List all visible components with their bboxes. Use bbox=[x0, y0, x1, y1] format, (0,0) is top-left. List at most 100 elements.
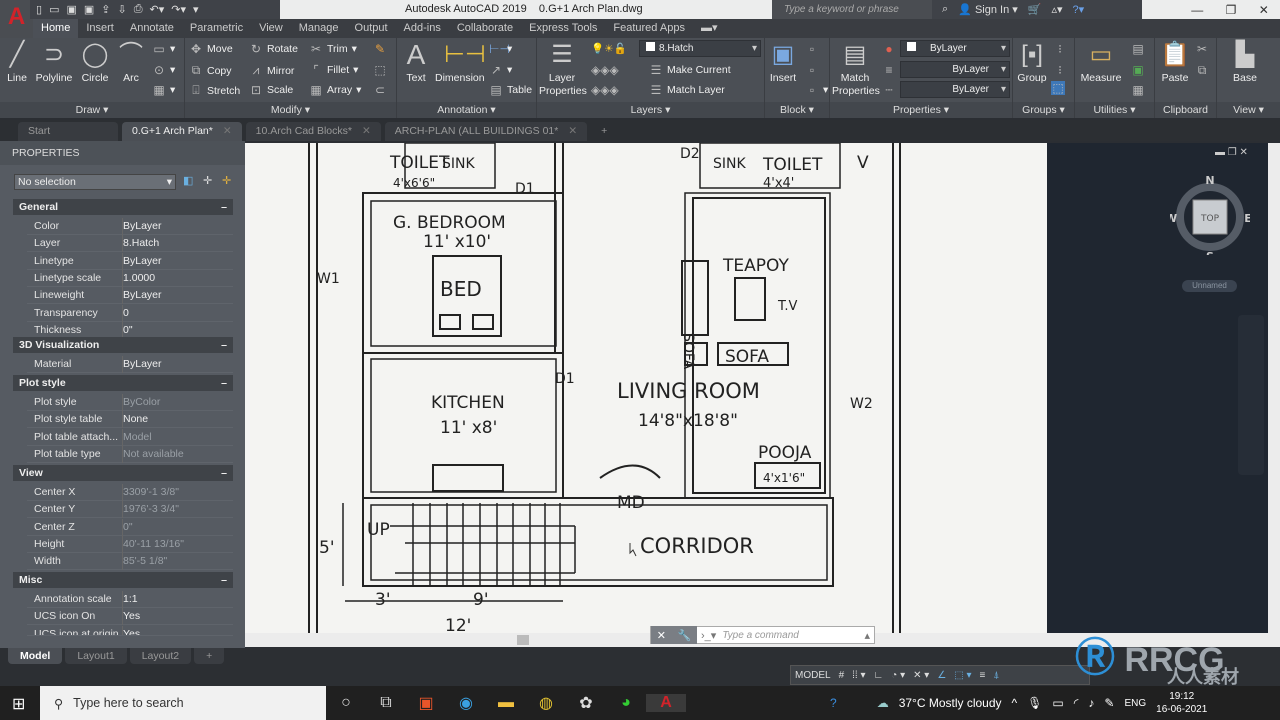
make-current-button[interactable]: ☰ Make Current bbox=[649, 63, 731, 77]
tab-output[interactable]: Output bbox=[347, 19, 396, 38]
add-layout-button[interactable]: + bbox=[194, 648, 225, 664]
help-tray-icon[interactable]: ? bbox=[830, 696, 837, 710]
app-icon[interactable]: ✿ bbox=[566, 693, 606, 713]
snap-icon[interactable]: ⁞⁞ ▾ bbox=[852, 670, 865, 681]
pen-icon[interactable]: ✎ bbox=[1104, 696, 1114, 710]
tab-home[interactable]: Home bbox=[33, 19, 79, 38]
property-value[interactable]: Not available bbox=[122, 445, 184, 463]
section-general[interactable]: General – bbox=[13, 199, 233, 215]
language-indicator[interactable]: ENG bbox=[1124, 698, 1146, 709]
property-row[interactable]: Linetype scale 1.0000 bbox=[27, 269, 233, 287]
property-value[interactable]: 85'-5 1/8" bbox=[122, 553, 167, 571]
command-history-icon[interactable]: ▴ bbox=[864, 629, 874, 642]
lineweight-toggle-icon[interactable]: ≡ bbox=[980, 670, 986, 681]
layer-dropdown[interactable]: 8.Hatch bbox=[639, 40, 761, 57]
command-input[interactable]: Type a command bbox=[716, 630, 864, 641]
property-row[interactable]: Material ByLayer bbox=[27, 356, 233, 373]
create-block-button[interactable]: ▫ bbox=[805, 42, 819, 56]
erase-button[interactable]: ✎ bbox=[373, 42, 387, 56]
help-icon[interactable]: ?▾ bbox=[1073, 3, 1085, 16]
color-dropdown[interactable]: ByLayer bbox=[900, 40, 1010, 57]
binoculars-icon[interactable]: ⌕ bbox=[942, 3, 948, 16]
viewcube-top[interactable]: TOP bbox=[1200, 214, 1220, 224]
property-row[interactable]: Plot table type Not available bbox=[27, 445, 233, 463]
property-value[interactable]: 8.Hatch bbox=[122, 235, 159, 253]
property-value[interactable]: ByLayer bbox=[122, 218, 162, 235]
tab-add-ins[interactable]: Add-ins bbox=[396, 19, 449, 38]
model-space-button[interactable]: MODEL bbox=[795, 670, 831, 681]
close-tab-icon[interactable]: ✕ bbox=[223, 125, 232, 137]
array-button[interactable]: ▦ Array ▾ bbox=[309, 83, 361, 97]
property-row[interactable]: Plot style table None bbox=[27, 411, 233, 429]
file-tab-start[interactable]: Start bbox=[18, 122, 118, 141]
viewport-controls[interactable]: ▬ ❐ ✕ bbox=[1215, 147, 1248, 158]
tab-collaborate[interactable]: Collaborate bbox=[449, 19, 521, 38]
utilities-panel-title[interactable]: Utilities ▾ bbox=[1075, 102, 1154, 118]
property-value[interactable]: ByLayer bbox=[122, 287, 162, 305]
edge-icon[interactable]: ◉ bbox=[446, 693, 486, 713]
group-button[interactable]: [▪] Group bbox=[1015, 40, 1049, 85]
property-row[interactable]: Linetype ByLayer bbox=[27, 252, 233, 270]
select-objects-icon[interactable]: ✛ bbox=[203, 174, 212, 187]
property-value[interactable]: ByLayer bbox=[122, 356, 162, 373]
fillet-button[interactable]: ⌜ Fillet ▾ bbox=[309, 63, 358, 77]
layer-tools-row1[interactable]: ◈◈◈ bbox=[591, 63, 619, 77]
task-view-icon[interactable]: ⧉ bbox=[366, 694, 406, 712]
file-tab-all-buildings[interactable]: ARCH-PLAN (ALL BUILDINGS 01* ✕ bbox=[384, 122, 588, 141]
undo-icon[interactable]: ↶▾ bbox=[150, 3, 165, 16]
polyline-button[interactable]: ⊃ Polyline bbox=[34, 40, 74, 85]
group-edit-button[interactable]: ⁝ bbox=[1053, 63, 1067, 77]
selection-dropdown[interactable]: No selection ▾ bbox=[14, 174, 176, 190]
compass-north[interactable]: N bbox=[1205, 175, 1214, 187]
group-select-toggle[interactable]: ⬚ bbox=[1051, 81, 1065, 95]
tab-layout1[interactable]: Layout1 bbox=[65, 648, 127, 664]
file-tab-arch-plan[interactable]: 0.G+1 Arch Plan* ✕ bbox=[122, 122, 242, 141]
navigation-bar[interactable] bbox=[1238, 315, 1264, 475]
isodraft-icon[interactable]: ✕ ▾ bbox=[913, 670, 929, 681]
property-row[interactable]: Height 40'-11 13/16" bbox=[27, 535, 233, 553]
hatch-button[interactable]: ▦ ▾ bbox=[152, 83, 175, 97]
ellipse-button[interactable]: ⊙ ▾ bbox=[152, 63, 175, 77]
tab-express-tools[interactable]: Express Tools bbox=[521, 19, 605, 38]
tab-annotate[interactable]: Annotate bbox=[122, 19, 182, 38]
close-tab-icon[interactable]: ✕ bbox=[568, 125, 577, 137]
command-line[interactable]: ✕ 🔧 ›_▾ Type a command ▴ bbox=[650, 626, 875, 644]
chrome-icon[interactable]: ◍ bbox=[526, 693, 566, 713]
cut-button[interactable]: ✂ bbox=[1195, 42, 1209, 56]
property-value[interactable]: Yes bbox=[122, 608, 140, 626]
show-hidden-icons[interactable]: ^ bbox=[1012, 696, 1018, 710]
block-panel-title[interactable]: Block ▾ bbox=[765, 102, 829, 118]
rotate-button[interactable]: ↻ Rotate bbox=[249, 42, 298, 56]
property-value[interactable]: Yes bbox=[122, 625, 140, 635]
save-as-icon[interactable]: ▣ bbox=[84, 3, 94, 16]
annotation-visibility-icon[interactable]: ⍋ bbox=[993, 670, 999, 681]
property-row[interactable]: Center Y 1976'-3 3/4" bbox=[27, 501, 233, 519]
application-menu-button[interactable]: A bbox=[0, 0, 33, 38]
command-prompt-icon[interactable]: ›_▾ bbox=[697, 629, 716, 642]
polar-icon[interactable]: ◔ ▾ bbox=[891, 670, 905, 681]
property-row[interactable]: Layer 8.Hatch bbox=[27, 235, 233, 253]
customize-icon[interactable]: ▾ bbox=[193, 3, 199, 16]
collapse-icon[interactable]: – bbox=[221, 199, 227, 215]
measure-button[interactable]: ▭ Measure bbox=[1079, 40, 1123, 85]
property-row[interactable]: Width 85'-5 1/8" bbox=[27, 553, 233, 571]
collapse-icon[interactable]: – bbox=[221, 375, 227, 391]
plot-icon[interactable]: ⎙ bbox=[134, 3, 143, 16]
drawing-canvas[interactable]: TOILET SINK 4'x6'6" D2 SINK TOILET 4'x4'… bbox=[245, 143, 1047, 633]
property-row[interactable]: Plot table attach... Model bbox=[27, 428, 233, 446]
match-properties-button[interactable]: ▤ Match Properties bbox=[832, 40, 880, 98]
view-panel-title[interactable]: View ▾ bbox=[1217, 102, 1280, 118]
section-viz[interactable]: 3D Visualization – bbox=[13, 337, 233, 353]
copy-clip-button[interactable]: ⧉ bbox=[1195, 63, 1209, 78]
new-tab-button[interactable]: + bbox=[591, 122, 617, 141]
compass-south[interactable]: S bbox=[1206, 250, 1214, 255]
cart-icon[interactable]: 🛒 bbox=[1028, 3, 1042, 16]
tab-model[interactable]: Model bbox=[8, 648, 63, 664]
weather-text[interactable]: 37°C Mostly cloudy bbox=[899, 696, 1002, 710]
layers-panel-title[interactable]: Layers ▾ bbox=[537, 102, 764, 118]
tab-view[interactable]: View bbox=[251, 19, 291, 38]
close-button[interactable]: ✕ bbox=[1259, 3, 1269, 17]
ortho-icon[interactable]: ∟ bbox=[873, 670, 883, 681]
save-icon[interactable]: ▣ bbox=[66, 3, 76, 16]
scroll-thumb[interactable] bbox=[517, 635, 529, 645]
